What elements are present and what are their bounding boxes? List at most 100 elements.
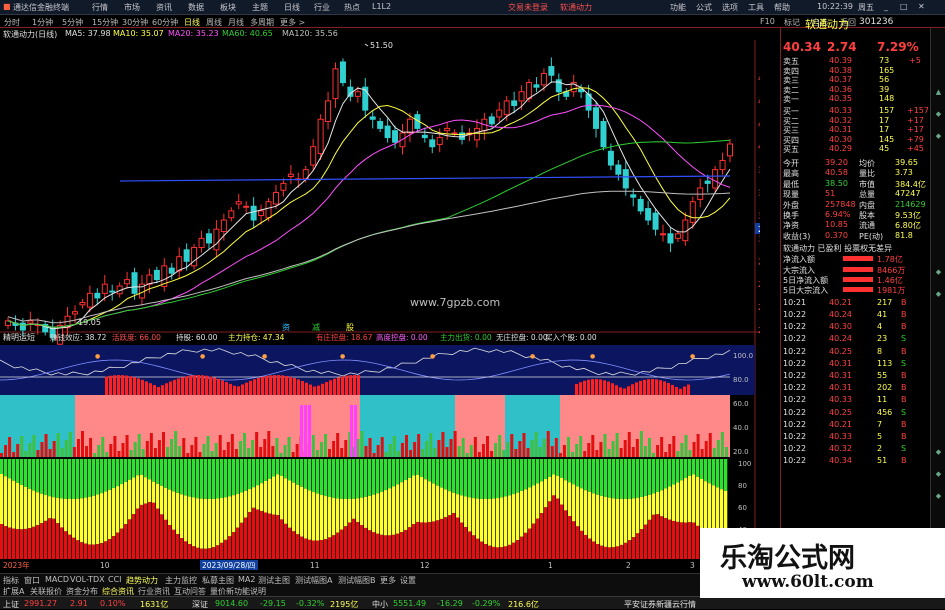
menu-item-l1l2[interactable]: L1L2 xyxy=(372,2,391,11)
sz-index-label[interactable]: 深证 xyxy=(192,599,208,610)
period-tab-monthly[interactable]: 月线 xyxy=(228,17,244,28)
tick-volume: 202 xyxy=(877,383,893,393)
lower-bar-green xyxy=(368,459,372,496)
trade-login-status[interactable]: 交易未登录 xyxy=(508,2,548,13)
menu-item-formula[interactable]: 公式 xyxy=(696,2,712,13)
period-tab-more[interactable]: 更多 > xyxy=(280,17,305,28)
lower-bar-red xyxy=(212,547,216,559)
right-tool-strip[interactable]: ▲ ◆ ◆ ◆ ◆ ◆ ◆ ◆ ▼ xyxy=(930,28,945,573)
lower-bar-green xyxy=(176,459,180,493)
period-tab-1min[interactable]: 1分钟 xyxy=(32,17,53,28)
strip-icon-3[interactable]: ◆ xyxy=(934,268,943,277)
lower-bar-yellow xyxy=(636,497,640,534)
lower-bar-red xyxy=(444,517,448,559)
lower-bar-yellow xyxy=(76,498,80,541)
period-tab-60min[interactable]: 60分钟 xyxy=(152,17,178,28)
period-tab-multi[interactable]: 多周期 xyxy=(250,17,274,28)
lower-bar-red xyxy=(392,534,396,559)
lower-bar-yellow xyxy=(64,498,68,532)
lower-axis-tick: 80 xyxy=(738,482,747,490)
maximize-icon[interactable]: □ xyxy=(900,2,908,11)
tab-cci[interactable]: CCI xyxy=(108,575,122,584)
mark-button[interactable]: 标记 xyxy=(784,17,800,28)
indicator-legend-item: 活跃度: 66.00 xyxy=(112,332,161,342)
lower-bar-red xyxy=(200,548,204,559)
lower-bar-green xyxy=(148,459,152,480)
tab-vol-tdx[interactable]: VOL-TDX xyxy=(70,575,105,584)
menu-item-sector[interactable]: 板块 xyxy=(220,2,236,13)
candle-body xyxy=(317,118,324,155)
indicator-bar xyxy=(704,441,708,457)
red-hump-bar xyxy=(309,384,312,395)
strip-icon-2[interactable]: ◆ xyxy=(934,132,943,141)
sh-index-value: 2991.27 xyxy=(24,599,58,608)
menu-item-help[interactable]: 帮助 xyxy=(774,2,790,13)
red-hump-bar xyxy=(225,382,228,395)
tick-price: 40.32 xyxy=(829,444,852,454)
period-tab-daily[interactable]: 日线 xyxy=(184,17,200,28)
price-axis-tick: 47.50 xyxy=(758,74,760,83)
stat-label: 外盘 xyxy=(783,200,799,210)
indicator-bar xyxy=(583,451,587,457)
scroll-up-icon[interactable]: ▲ xyxy=(934,88,943,97)
zx-index-label[interactable]: 中小 xyxy=(372,599,388,610)
lower-bar-red xyxy=(304,538,308,559)
indicator-bar xyxy=(64,440,68,457)
lower-bar-red xyxy=(108,539,112,559)
period-tab-15min[interactable]: 15分钟 xyxy=(92,17,118,28)
lower-bar-yellow xyxy=(100,493,104,544)
indicator-bar xyxy=(518,441,522,457)
red-hump-bar xyxy=(141,379,144,395)
strip-icon-4[interactable]: ◆ xyxy=(934,290,943,299)
stat-value: 40.58 xyxy=(825,168,848,178)
period-tab-5min[interactable]: 5分钟 xyxy=(62,17,83,28)
menu-item-hot[interactable]: 热点 xyxy=(344,2,360,13)
minimize-icon[interactable]: _ xyxy=(884,2,888,11)
sh-index-label[interactable]: 上证 xyxy=(3,599,19,610)
menu-item-data[interactable]: 数据 xyxy=(188,2,204,13)
menu-item-options[interactable]: 选项 xyxy=(722,2,738,13)
tab-macd[interactable]: MACD xyxy=(45,575,69,584)
menu-item-news[interactable]: 资讯 xyxy=(156,2,172,13)
menu-item-theme[interactable]: 主题 xyxy=(252,2,268,13)
strip-icon-7[interactable]: ◆ xyxy=(934,492,943,501)
lower-bar-yellow xyxy=(516,492,520,541)
period-tab-intraday[interactable]: 分时 xyxy=(4,17,20,28)
lower-bar-red xyxy=(128,519,132,559)
menu-item-market[interactable]: 市场 xyxy=(124,2,140,13)
menu-item-industry[interactable]: 行业 xyxy=(314,2,330,13)
lower-bar-green xyxy=(524,459,528,490)
price-axis-tick: 27.50 xyxy=(758,257,760,266)
menu-item-quotes[interactable]: 行情 xyxy=(92,2,108,13)
menu-item-tools[interactable]: 工具 xyxy=(748,2,764,13)
lower-bar-yellow xyxy=(44,495,48,521)
lower-bar-red xyxy=(640,529,644,559)
strip-icon-1[interactable]: ◆ xyxy=(934,110,943,119)
lower-bar-red xyxy=(180,538,184,559)
lower-bar-red xyxy=(28,528,32,559)
strip-icon-6[interactable]: ◆ xyxy=(934,470,943,479)
indicator-bar xyxy=(117,451,121,457)
menu-item-function[interactable]: 功能 xyxy=(670,2,686,13)
lower-bar-yellow xyxy=(692,474,696,523)
lower-bar-yellow xyxy=(192,497,196,547)
indicator-bar xyxy=(656,445,660,457)
lower-bar-yellow xyxy=(280,476,284,520)
menu-item-daily[interactable]: 日线 xyxy=(284,2,300,13)
candle-body xyxy=(406,118,413,134)
period-tab-30min[interactable]: 30分钟 xyxy=(122,17,148,28)
f10-button[interactable]: F10 xyxy=(760,17,775,26)
period-tab-weekly[interactable]: 周线 xyxy=(206,17,222,28)
indicator-bar xyxy=(97,445,101,457)
candle-body xyxy=(421,134,428,139)
strip-icon-5[interactable]: ◆ xyxy=(934,448,943,457)
price-axis-tick: 40.00 xyxy=(758,143,760,152)
lower-bar-yellow xyxy=(48,496,52,519)
close-icon[interactable]: ✕ xyxy=(918,2,925,11)
candle-body xyxy=(540,72,547,86)
indicator-bar xyxy=(20,436,24,457)
lower-bar-yellow xyxy=(364,496,368,528)
lower-bar-red xyxy=(60,527,64,559)
tab-ma2[interactable]: MA2 xyxy=(238,575,255,584)
chart-area[interactable]: 47.50 45.00 42.50 40.00 37.50 35.00 32.50 30.00… xyxy=(0,28,760,573)
